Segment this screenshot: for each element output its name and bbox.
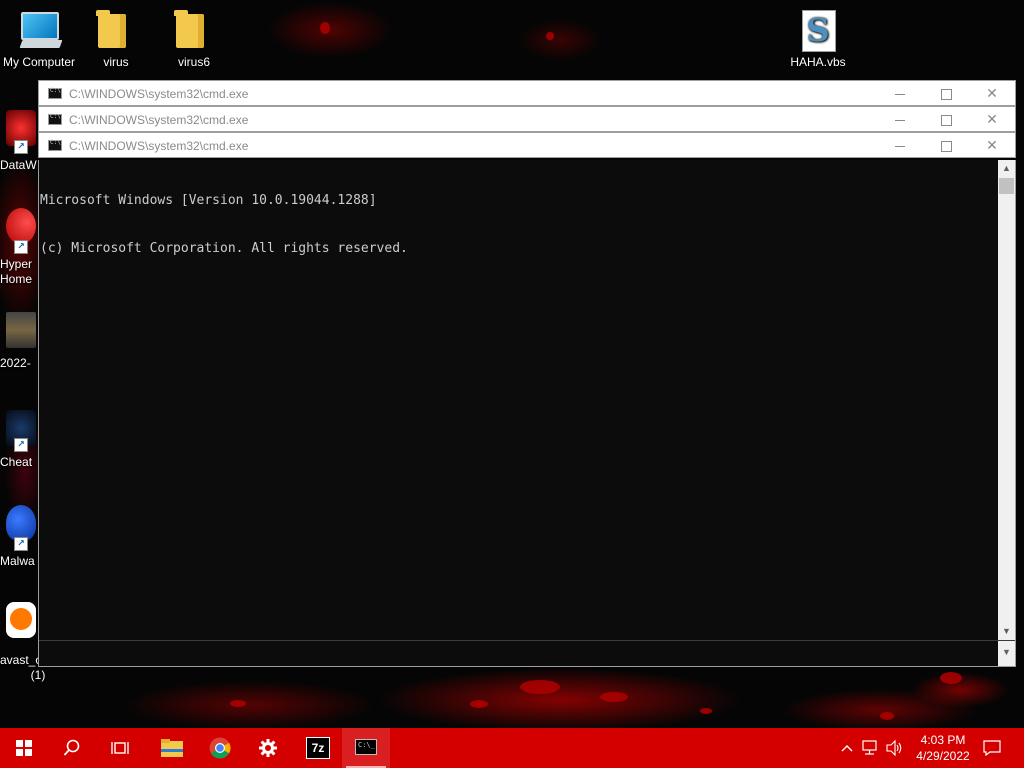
shortcut-arrow-icon: ↗ [14,240,28,254]
search-icon [63,739,80,756]
network-button[interactable] [860,728,882,768]
settings-icon [259,739,277,757]
hyper-icon [6,208,36,244]
desktop-icon-virus6[interactable]: virus6 [156,8,232,69]
minimize-button[interactable] [877,107,923,131]
splatter [520,680,560,694]
clock[interactable]: 4:03 PM 4/29/2022 [908,732,978,764]
minimize-button[interactable] [877,133,923,157]
splatter [880,712,894,720]
notification-icon [983,740,1001,757]
shortcut-arrow-icon: ↗ [14,537,28,551]
action-center-button[interactable] [978,728,1024,768]
taskbar: 7z C:\_ 4:03 PM 4/29/2022 [0,728,1024,768]
desktop-icon-label: Malwa [0,554,35,568]
cmd-icon [48,87,62,99]
folder-icon [94,8,138,52]
splatter [700,708,712,714]
desktop-icon-label: virus6 [177,55,210,69]
vbs-script-icon: S [796,8,840,52]
show-hidden-icons-button[interactable] [838,728,856,768]
malwarebytes-icon [6,505,36,541]
console-line: (c) Microsoft Corporation. All rights re… [40,241,408,256]
window-title: C:\WINDOWS\system32\cmd.exe [69,139,249,153]
cmd-window-titlebar[interactable]: C:\WINDOWS\system32\cmd.exe ✕ [38,132,1016,158]
start-button[interactable] [0,728,48,768]
scroll-down-icon[interactable]: ▼ [998,647,1015,657]
console-input-strip [39,640,1015,666]
maximize-button[interactable] [923,81,969,105]
cmd-icon: C:\_ [355,739,377,755]
chevron-up-icon [841,745,853,752]
cmd-taskbar-button[interactable]: C:\_ [342,728,390,768]
file-explorer-icon [161,739,183,757]
cmd-window-titlebar[interactable]: C:\WINDOWS\system32\cmd.exe ✕ [38,80,1016,106]
speaker-icon [886,739,902,757]
settings-button[interactable] [244,728,292,768]
cmd-icon [48,139,62,151]
desktop-icon-label: Hyper [0,257,33,271]
close-button[interactable]: ✕ [969,107,1015,131]
start-icon [16,740,32,756]
window-title: C:\WINDOWS\system32\cmd.exe [69,113,249,127]
computer-icon [17,8,63,52]
splatter [546,32,554,40]
cmd-icon [48,113,62,125]
desktop-icon-label: My Computer [2,55,76,69]
scrollbar-corner[interactable]: ▼ [998,641,1015,666]
clock-date: 4/29/2022 [916,749,970,763]
scrollbar-thumb[interactable] [999,178,1014,194]
close-button[interactable]: ✕ [969,133,1015,157]
task-view-icon [111,742,129,754]
console-output: Microsoft Windows [Version 10.0.19044.12… [40,161,408,289]
7zip-icon: 7z [306,737,330,759]
splatter [230,700,246,707]
folder-icon [172,8,216,52]
cmd-console[interactable]: Microsoft Windows [Version 10.0.19044.12… [38,160,1016,667]
desktop-icon-label: DataW [0,158,37,172]
volume-button[interactable] [884,728,906,768]
file-explorer-button[interactable] [148,728,196,768]
7zip-button[interactable]: 7z [294,728,342,768]
scroll-down-icon[interactable]: ▼ [998,623,1015,640]
desktop-icon-label: (1) [30,668,46,682]
clock-time: 4:03 PM [920,733,966,747]
desktop-icon-label: avast_c [0,653,40,667]
network-icon [862,740,877,755]
desktop-icon-label: HAHA.vbs [790,55,846,69]
close-button[interactable]: ✕ [969,81,1015,105]
desktop-icon-haha-vbs[interactable]: S HAHA.vbs [780,8,856,69]
desktop-icon-label: 2022- [0,356,31,370]
desktop-icon-label: virus [103,55,129,69]
chrome-button[interactable] [196,728,244,768]
splatter [320,22,330,34]
chrome-icon [209,737,231,759]
desktop-icon-virus[interactable]: virus [78,8,154,69]
desktop-icon-label: Home [0,272,33,286]
window-title: C:\WINDOWS\system32\cmd.exe [69,87,249,101]
avast-icon [6,602,36,638]
splatter [940,672,962,684]
maximize-button[interactable] [923,107,969,131]
scroll-up-icon[interactable]: ▲ [998,160,1015,177]
minimize-button[interactable] [877,81,923,105]
splatter [600,692,628,702]
video-file-icon [6,312,36,348]
shortcut-arrow-icon: ↗ [14,140,28,154]
task-view-button[interactable] [96,728,144,768]
vertical-scrollbar[interactable]: ▲ ▼ [998,160,1015,640]
shortcut-arrow-icon: ↗ [14,438,28,452]
maximize-button[interactable] [923,133,969,157]
search-button[interactable] [48,728,96,768]
cmd-window-titlebar[interactable]: C:\WINDOWS\system32\cmd.exe ✕ [38,106,1016,132]
console-line: Microsoft Windows [Version 10.0.19044.12… [40,193,377,208]
desktop-icon-my-computer[interactable]: My Computer [1,8,77,69]
desktop-icon-label: Cheat [0,455,33,469]
splatter [470,700,488,708]
